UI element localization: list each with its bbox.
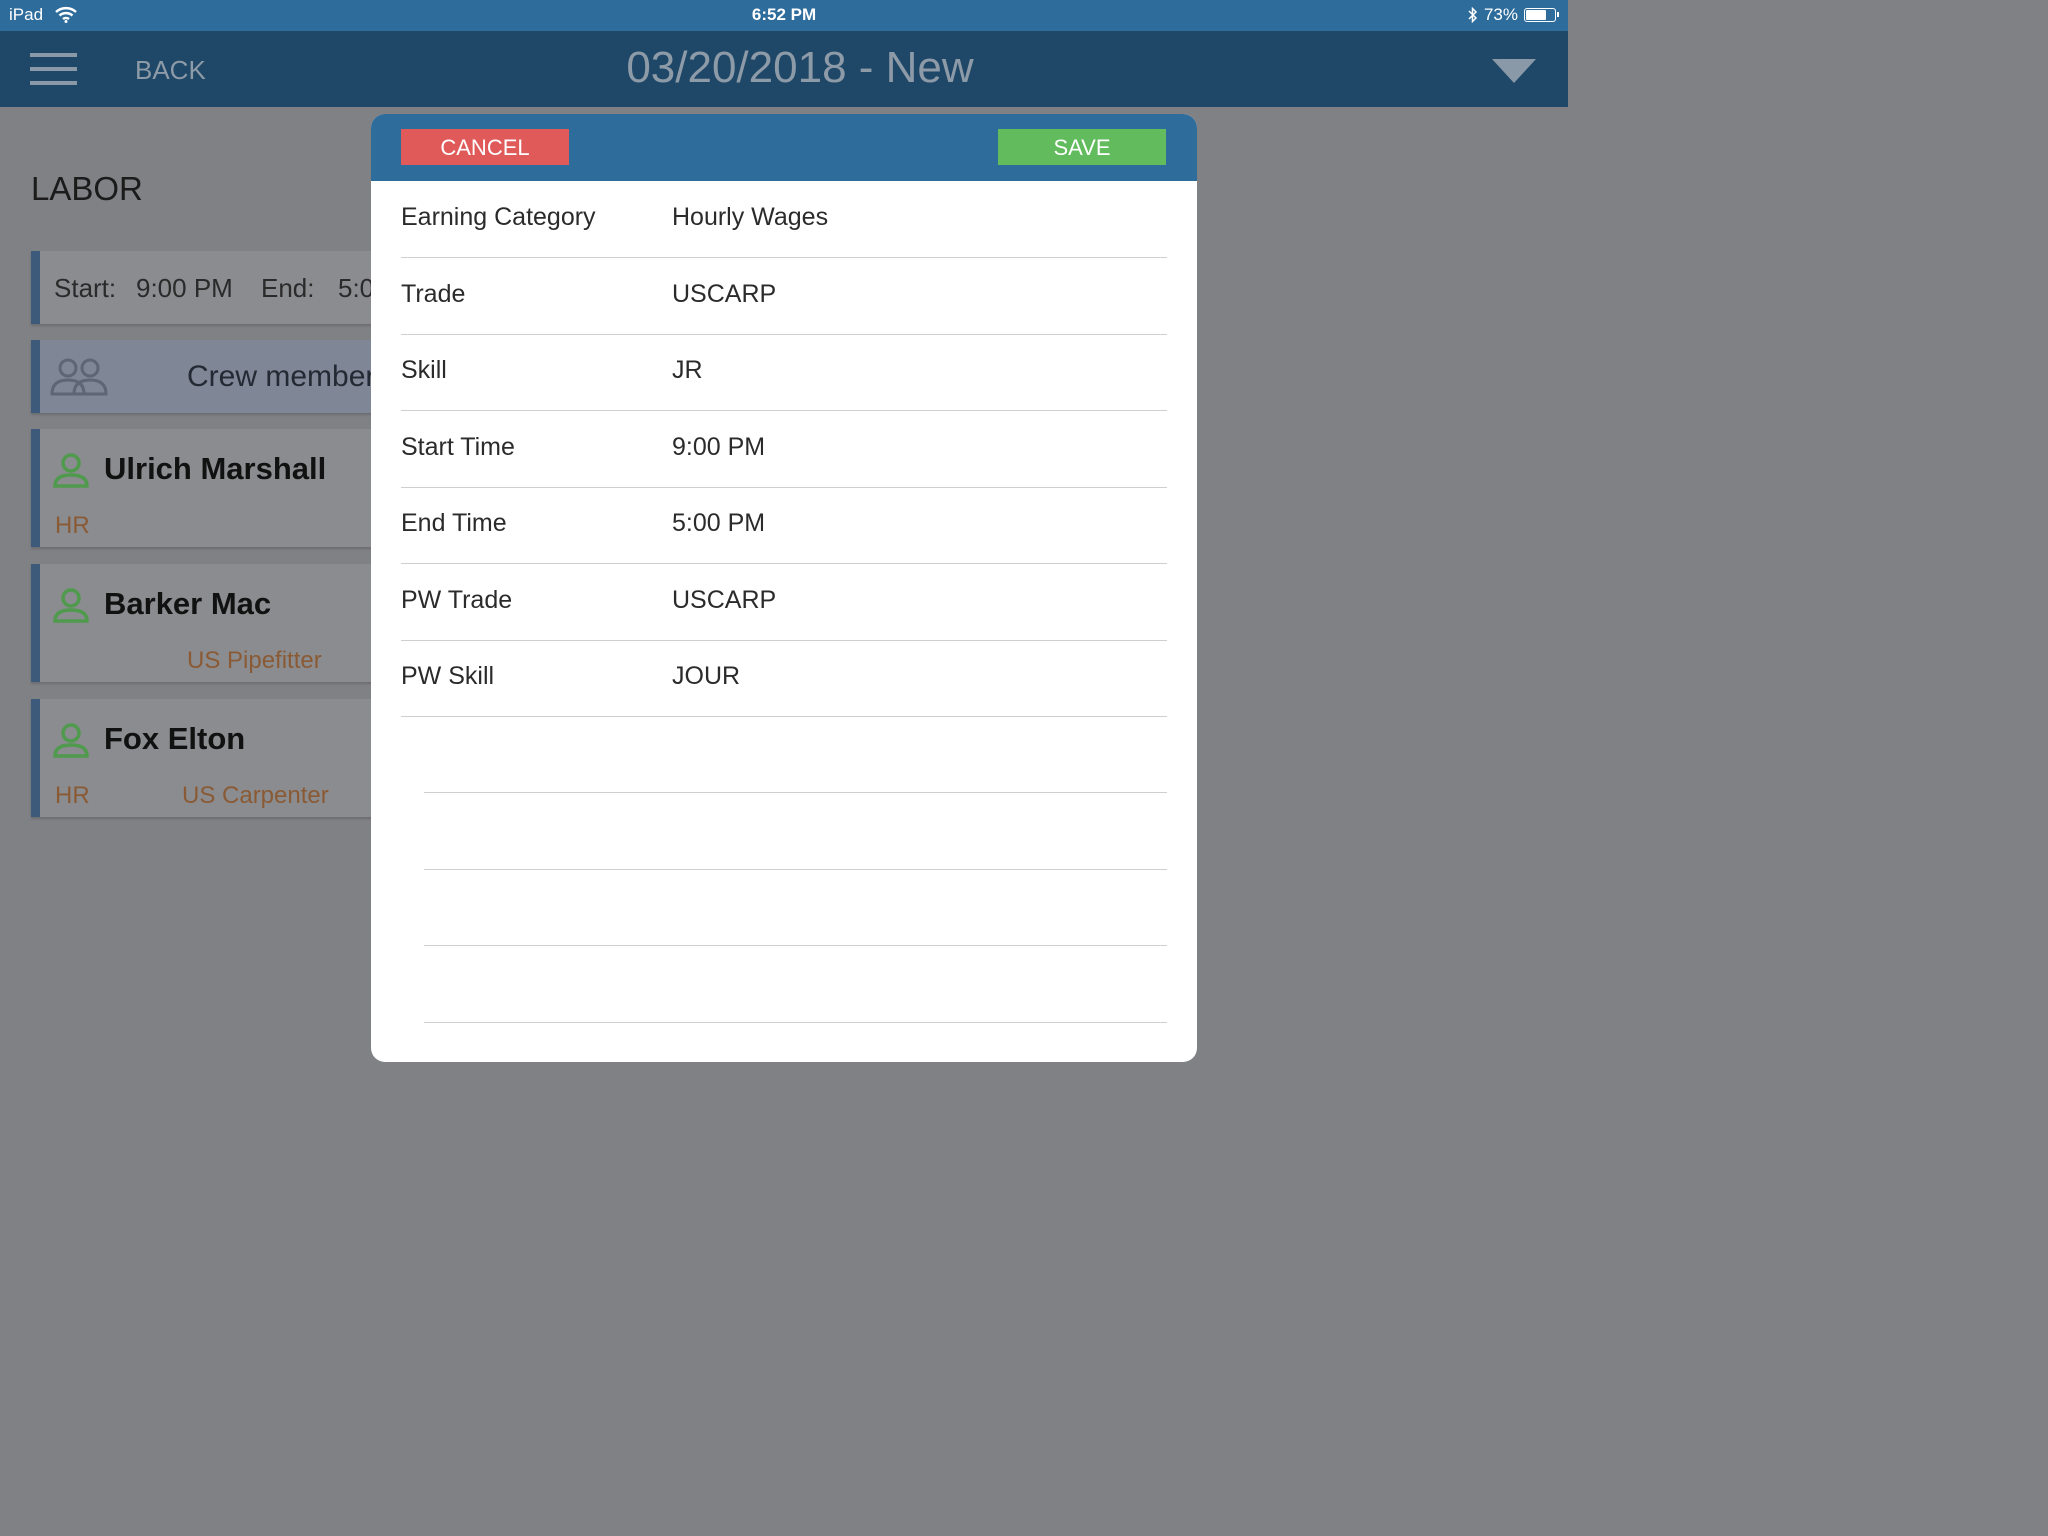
edit-labor-modal: CANCEL SAVE Earning Category Hourly Wage… <box>371 114 1197 1062</box>
status-right: 73% <box>1468 5 1559 25</box>
bluetooth-icon <box>1468 7 1478 23</box>
field-label: Trade <box>401 280 466 308</box>
time-card[interactable]: Start: 9:00 PM End: 5:0 <box>31 251 401 324</box>
crew-member-header[interactable]: Crew member <box>31 340 401 413</box>
field-pw-trade[interactable]: PW Trade USCARP <box>401 564 1167 641</box>
field-value: 5:00 PM <box>672 509 766 537</box>
empty-row <box>424 793 1167 870</box>
start-label: Start: <box>54 273 117 303</box>
field-value: JR <box>672 356 703 384</box>
crew-member-card[interactable]: Ulrich Marshall HR <box>31 429 401 547</box>
field-label: PW Trade <box>401 586 513 614</box>
group-icon <box>50 358 108 396</box>
cancel-button[interactable]: CANCEL <box>401 129 569 165</box>
save-button[interactable]: SAVE <box>998 129 1166 165</box>
person-icon <box>53 588 89 623</box>
field-value: 9:00 PM <box>672 433 766 461</box>
modal-header: CANCEL SAVE <box>371 114 1197 181</box>
field-label: PW Skill <box>401 662 495 690</box>
end-label: End: <box>261 273 315 303</box>
field-value: Hourly Wages <box>672 203 829 231</box>
member-trade: US Carpenter <box>182 782 329 809</box>
labor-section-title: LABOR <box>31 170 143 207</box>
person-icon <box>53 453 89 488</box>
person-icon <box>53 723 89 758</box>
field-value: JOUR <box>672 662 741 690</box>
crew-member-card[interactable]: Fox Elton HR US Carpenter <box>31 699 401 817</box>
status-bar: iPad 6:52 PM 73% <box>0 0 1568 31</box>
field-value: USCARP <box>672 586 777 614</box>
empty-row <box>424 946 1167 1023</box>
clock: 6:52 PM <box>751 5 817 24</box>
field-skill[interactable]: Skill JR <box>401 334 1167 411</box>
field-end-time[interactable]: End Time 5:00 PM <box>401 487 1167 564</box>
field-trade[interactable]: Trade USCARP <box>401 258 1167 335</box>
field-label: Earning Category <box>401 203 596 231</box>
member-earning: HR <box>55 782 90 809</box>
app-header: BACK 03/20/2018 - New <box>0 31 1568 107</box>
member-name: Barker Mac <box>104 586 272 621</box>
field-label: Skill <box>401 356 447 384</box>
empty-row <box>424 716 1167 793</box>
field-pw-skill[interactable]: PW Skill JOUR <box>401 640 1167 717</box>
page-title: 03/20/2018 - New <box>626 43 974 92</box>
end-value: 5:0 <box>338 273 375 303</box>
battery-percent: 73% <box>1483 5 1518 24</box>
member-name: Ulrich Marshall <box>104 451 327 486</box>
crew-member-label: Crew member <box>187 360 376 393</box>
start-value: 9:00 PM <box>136 273 233 303</box>
field-label: Start Time <box>401 433 515 461</box>
member-name: Fox Elton <box>104 721 246 756</box>
dropdown-triangle-icon[interactable] <box>1492 59 1536 83</box>
crew-member-card[interactable]: Barker Mac US Pipefitter <box>31 564 401 682</box>
field-value: USCARP <box>672 280 777 308</box>
empty-row <box>424 869 1167 946</box>
member-earning: HR <box>55 512 90 539</box>
field-earning-category[interactable]: Earning Category Hourly Wages <box>401 181 1167 258</box>
field-start-time[interactable]: Start Time 9:00 PM <box>401 411 1167 488</box>
member-trade: US Pipefitter <box>187 647 322 674</box>
battery-icon <box>1524 8 1559 22</box>
field-label: End Time <box>401 509 507 537</box>
